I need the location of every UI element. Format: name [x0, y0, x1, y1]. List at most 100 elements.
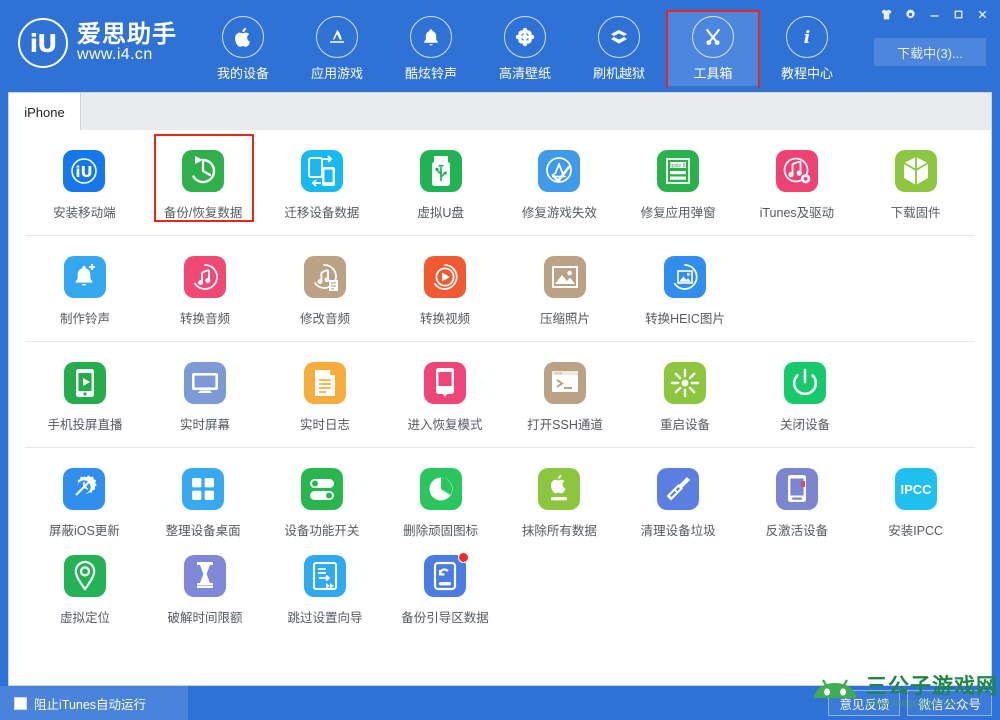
appleid-popup-icon: Apple ID — [657, 150, 700, 192]
feature-toggle-icon — [300, 468, 343, 510]
tool-label: 安装IPCC — [888, 524, 944, 538]
tool-make-ringtone[interactable]: 制作铃声 — [25, 252, 145, 329]
tool-fix-game[interactable]: 修复游戏失效 — [500, 146, 619, 223]
virtual-location-icon — [64, 555, 106, 597]
erase-all-data-icon — [538, 468, 581, 510]
appstore-fix-icon — [538, 150, 581, 192]
status-bar: 阻止iTunes自动运行 意见反馈 微信公众号 — [0, 686, 1000, 720]
tool-label: 制作铃声 — [59, 312, 110, 326]
firmware-cube-icon — [894, 150, 937, 192]
tool-deactivate-device[interactable]: 反激活设备 — [738, 464, 857, 541]
tool-label: 删除顽固图标 — [403, 524, 479, 538]
tool-compress-photo[interactable]: 压缩照片 — [505, 252, 625, 329]
edit-audio-icon — [304, 256, 346, 298]
tool-label: iTunes及驱动 — [759, 206, 835, 220]
tool-delete-stubborn-icon[interactable]: 删除顽固图标 — [381, 464, 500, 541]
tool-virtual-location[interactable]: 虚拟定位 — [25, 551, 145, 628]
nav-item-apps-games[interactable]: 应用游戏 — [290, 10, 384, 82]
tool-label: 设备功能开关 — [284, 524, 360, 538]
nav-item-flash-jailbreak[interactable]: 刷机越狱 — [572, 10, 666, 82]
tool-backup-boot-data[interactable]: 备份引导区数据 — [385, 551, 505, 628]
block-itunes-checkbox-group[interactable]: 阻止iTunes自动运行 — [0, 686, 188, 720]
appstore-icon — [316, 16, 358, 58]
tool-fix-app-popup[interactable]: Apple ID 修复应用弹窗 — [619, 146, 738, 223]
tool-realtime-log[interactable]: 实时日志 — [265, 358, 385, 435]
convert-video-icon — [424, 256, 466, 298]
reboot-device-icon — [664, 362, 706, 404]
tool-edit-audio[interactable]: 修改音频 — [265, 252, 385, 329]
feedback-button[interactable]: 意见反馈 — [828, 690, 901, 716]
delete-icon-icon — [419, 468, 462, 510]
tool-label: 备份/恢复数据 — [163, 206, 243, 220]
svg-text:IPCC: IPCC — [900, 482, 932, 497]
nav-item-toolbox[interactable]: 工具箱 — [666, 10, 760, 90]
tool-section-media: 制作铃声 转换音频 修改音频 转换视频 压缩照片 转换HEIC图片 — [25, 236, 975, 342]
tool-install-mobile[interactable]: iU 安装移动端 — [25, 146, 144, 223]
maximize-icon[interactable] — [946, 3, 970, 25]
tool-convert-audio[interactable]: 转换音频 — [145, 252, 265, 329]
brand-url: www.i4.cn — [77, 46, 153, 64]
tool-label: 进入恢复模式 — [407, 418, 483, 432]
tool-block-ios-update[interactable]: 屏蔽iOS更新 — [25, 464, 144, 541]
tool-label: 清理设备垃圾 — [640, 524, 716, 538]
tool-itunes-driver[interactable]: iTunes及驱动 — [738, 146, 857, 223]
tool-time-limit[interactable]: 破解时间限额 — [145, 551, 265, 628]
nav-item-wallpaper[interactable]: 高清壁纸 — [478, 10, 572, 82]
tool-row: iU 安装移动端 备份/恢复数据 迁移设备数据 虚拟U盘 修复游戏失效 Appl… — [25, 134, 975, 223]
screen-cast-icon — [64, 362, 106, 404]
tools-icon — [692, 16, 734, 58]
skin-icon[interactable] — [874, 3, 898, 25]
tool-screen-cast[interactable]: 手机投屏直播 — [25, 358, 145, 435]
settings-gear-icon[interactable] — [898, 3, 922, 25]
tool-label: 抹除所有数据 — [521, 524, 597, 538]
itunes-driver-icon — [775, 150, 818, 192]
tab-strip: iPhone — [0, 88, 1000, 131]
nav-item-ringtones[interactable]: 酷炫铃声 — [384, 10, 478, 82]
tool-ssh-tunnel[interactable]: SSH 打开SSH通道 — [505, 358, 625, 435]
tool-skip-setup[interactable]: 跳过设置向导 — [265, 551, 385, 628]
tool-virtual-usb[interactable]: 虚拟U盘 — [381, 146, 500, 223]
tool-row: 手机投屏直播 实时屏幕 实时日志 进入恢复模式 SSH 打开SSH通道 重启设备… — [25, 358, 975, 435]
nav-label: 教程中心 — [780, 66, 833, 81]
brand-logo: iU 爱思助手 www.i4.cn — [18, 18, 177, 68]
nav-item-my-device[interactable]: 我的设备 — [196, 10, 290, 82]
app-header: iU 爱思助手 www.i4.cn 我的设备 应用游戏 酷炫铃声 高清壁纸 刷机… — [0, 0, 1000, 90]
tool-convert-heic[interactable]: 转换HEIC图片 — [625, 252, 745, 329]
tool-row: 制作铃声 转换音频 修改音频 转换视频 压缩照片 转换HEIC图片 — [25, 252, 975, 329]
tool-organize-desktop[interactable]: 整理设备桌面 — [144, 464, 263, 541]
tool-label: 安装移动端 — [53, 206, 116, 220]
power-off-icon — [784, 362, 826, 404]
brand-name: 爱思助手 — [77, 21, 177, 48]
footer-buttons: 意见反馈 微信公众号 — [828, 690, 992, 716]
tool-label: 修复游戏失效 — [521, 206, 597, 220]
notification-badge — [458, 552, 469, 563]
tool-label: 修复应用弹窗 — [640, 206, 716, 220]
tool-feature-toggle[interactable]: 设备功能开关 — [263, 464, 382, 541]
tool-power-off[interactable]: 关闭设备 — [745, 358, 865, 435]
tool-download-firmware[interactable]: 下载固件 — [856, 146, 975, 223]
tool-erase-all-data[interactable]: 抹除所有数据 — [500, 464, 619, 541]
tool-convert-video[interactable]: 转换视频 — [385, 252, 505, 329]
wechat-button[interactable]: 微信公众号 — [907, 690, 992, 716]
tool-install-ipcc[interactable]: IPCC 安装IPCC — [856, 464, 975, 541]
tool-label: 关闭设备 — [779, 418, 830, 432]
tool-label: 重启设备 — [659, 418, 710, 432]
toolbox-content: iU 安装移动端 备份/恢复数据 迁移设备数据 虚拟U盘 修复游戏失效 Appl… — [8, 130, 992, 686]
tab-strip-inner: iPhone — [8, 92, 992, 131]
minimize-icon[interactable] — [922, 3, 946, 25]
svg-text:SSH: SSH — [555, 372, 563, 376]
tool-reboot-device[interactable]: 重启设备 — [625, 358, 745, 435]
tool-backup-restore[interactable]: 备份/恢复数据 — [144, 134, 263, 223]
nav-item-tutorials[interactable]: i 教程中心 — [760, 10, 854, 82]
skip-setup-icon — [304, 555, 346, 597]
tool-realtime-screen[interactable]: 实时屏幕 — [145, 358, 265, 435]
download-status-button[interactable]: 下载中(3)... — [874, 38, 986, 66]
bell-icon — [410, 16, 452, 58]
tool-recovery-mode[interactable]: 进入恢复模式 — [385, 358, 505, 435]
nav-label: 应用游戏 — [310, 66, 363, 81]
tab-iphone[interactable]: iPhone — [9, 93, 81, 131]
tool-clean-junk[interactable]: 清理设备垃圾 — [619, 464, 738, 541]
block-itunes-checkbox[interactable] — [14, 696, 27, 710]
tool-migrate-data[interactable]: 迁移设备数据 — [263, 146, 382, 223]
close-icon[interactable] — [970, 3, 994, 25]
